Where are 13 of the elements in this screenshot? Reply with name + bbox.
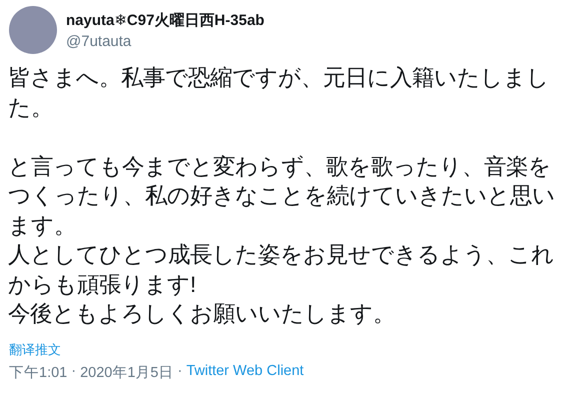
user-handle[interactable]: @7utauta: [66, 32, 264, 50]
translate-link[interactable]: 翻译推文: [9, 340, 61, 358]
display-name[interactable]: nayuta❄C97火曜日西H-35ab: [66, 10, 264, 30]
tweet-text: 人としてひとつ成長した姿をお見せできるよう、これからも頑張ります!: [8, 241, 555, 298]
client-link[interactable]: Twitter Web Client: [186, 362, 304, 382]
separator-dot: ·: [71, 362, 76, 380]
tweet-text: 皆さまへ。私事で恐縮ですが、元日に入籍いたしました。: [8, 64, 550, 122]
separator-dot: ·: [177, 362, 182, 380]
tweet-date[interactable]: 2020年1月5日: [80, 362, 174, 382]
tweet-text: 今後ともよろしくお願いいたします。: [8, 300, 396, 328]
tweet-time[interactable]: 下午1:01: [9, 362, 68, 382]
tweet-text: と言っても今までと変わらず、歌を歌ったり、音楽をつくったり、私の好きなことを続けていきたいと思います。: [8, 152, 556, 240]
avatar-placeholder[interactable]: [9, 6, 57, 54]
